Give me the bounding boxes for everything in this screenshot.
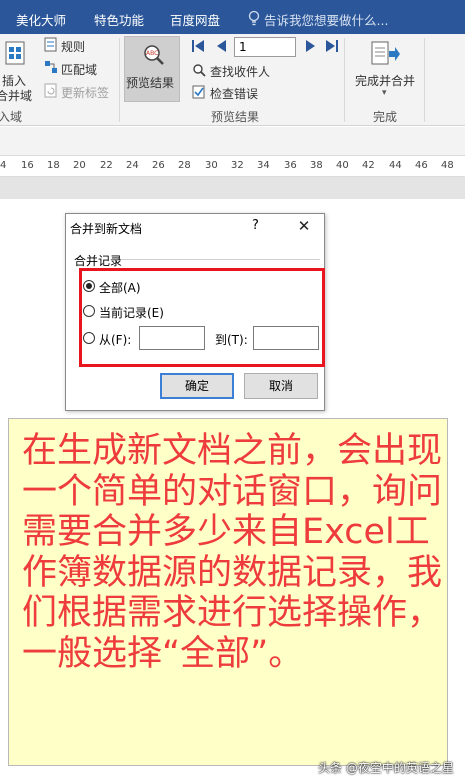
check-errors-icon bbox=[192, 85, 205, 99]
preview-abc-magnifier-icon: ABC bbox=[144, 45, 164, 65]
chevron-down-icon[interactable]: ▾ bbox=[382, 88, 387, 98]
ruler-tick: 4 bbox=[0, 160, 7, 171]
tab-special-features[interactable]: 特色功能 bbox=[94, 10, 144, 29]
preview-results-label: 预览结果 bbox=[126, 76, 175, 90]
ribbon-tab-bar: 美化大师 特色功能 百度网盘 告诉我您想要做什么... bbox=[0, 0, 465, 34]
annotation-text: 在生成新文档之前，会出现一个简单的对话窗口，询问需要合并多少来自Excel工作簿… bbox=[22, 431, 443, 674]
ruler-tick: 30 bbox=[205, 160, 218, 171]
insert-merge-field-label-2[interactable]: 合并域 bbox=[0, 87, 32, 104]
find-recipient-button[interactable]: 查找收件人 bbox=[210, 63, 270, 80]
merge-records-group-label: 合并记录 bbox=[74, 254, 123, 268]
group-divider bbox=[122, 259, 320, 260]
ruler-tick: 42 bbox=[362, 160, 375, 171]
group-label-finish: 完成 bbox=[373, 110, 398, 124]
rules-button[interactable]: 规则 bbox=[61, 38, 85, 55]
ruler-tick: 34 bbox=[257, 160, 270, 171]
finish-merge-button[interactable]: 完成并合并 bbox=[355, 72, 415, 89]
first-record-icon[interactable] bbox=[192, 40, 204, 52]
preview-results-button[interactable]: ABC 预览结果 bbox=[124, 36, 180, 102]
ruler-tick: 38 bbox=[310, 160, 323, 171]
tell-me-search[interactable]: 告诉我您想要做什么... bbox=[264, 10, 388, 29]
lightbulb-icon bbox=[248, 10, 260, 26]
match-fields-icon bbox=[45, 61, 57, 73]
horizontal-ruler[interactable]: 4 16 18 20 22 24 26 28 30 32 34 36 38 40… bbox=[0, 155, 465, 177]
ribbon-separator bbox=[119, 38, 120, 122]
insert-merge-field-icon bbox=[5, 41, 25, 65]
match-fields-button[interactable]: 匹配域 bbox=[61, 61, 97, 78]
ribbon-separator bbox=[424, 38, 425, 122]
tab-baidu-netdisk[interactable]: 百度网盘 bbox=[170, 10, 220, 29]
ruler-tick: 44 bbox=[389, 160, 402, 171]
ruler-tick: 32 bbox=[231, 160, 244, 171]
ribbon: 插入 合并域 入域 规则 匹配域 更新标签 ABC 预览结果 1 查找收件人 检… bbox=[0, 34, 465, 126]
ruler-strip bbox=[0, 177, 465, 199]
watermark: 头条 @夜空中的英语之星 bbox=[318, 761, 454, 775]
next-record-icon[interactable] bbox=[306, 40, 316, 52]
annotation-callout: 在生成新文档之前，会出现一个简单的对话窗口，询问需要合并多少来自Excel工作簿… bbox=[8, 418, 448, 766]
help-button[interactable]: ? bbox=[252, 218, 259, 233]
ruler-tick: 18 bbox=[47, 160, 60, 171]
svg-text:ABC: ABC bbox=[146, 50, 158, 57]
ruler-tick: 22 bbox=[100, 160, 113, 171]
update-labels-button[interactable]: 更新标签 bbox=[61, 84, 109, 101]
update-labels-icon bbox=[44, 83, 57, 98]
ruler-tick: 36 bbox=[284, 160, 297, 171]
check-errors-button[interactable]: 检查错误 bbox=[210, 85, 258, 102]
group-label-fields: 入域 bbox=[0, 110, 23, 124]
ruler-tick: 16 bbox=[21, 160, 34, 171]
finish-merge-icon bbox=[371, 41, 400, 65]
tab-meihua-dashi[interactable]: 美化大师 bbox=[16, 10, 66, 29]
cancel-button[interactable]: 取消 bbox=[244, 373, 318, 399]
merge-to-new-document-dialog: 合并到新文档 ? ✕ 合并记录 全部(A) 当前记录(E) 从(F): 到(T)… bbox=[65, 213, 325, 411]
ruler-tick: 40 bbox=[336, 160, 349, 171]
dialog-title: 合并到新文档 bbox=[70, 222, 143, 236]
ruler-gap bbox=[0, 127, 465, 155]
rules-icon bbox=[44, 37, 57, 52]
ruler-tick: 46 bbox=[415, 160, 428, 171]
previous-record-icon[interactable] bbox=[216, 40, 226, 52]
ruler-tick: 48 bbox=[441, 160, 454, 171]
ribbon-separator bbox=[344, 38, 345, 122]
record-number-input[interactable]: 1 bbox=[234, 37, 296, 57]
highlight-box bbox=[79, 268, 325, 367]
ok-button[interactable]: 确定 bbox=[160, 373, 234, 399]
find-recipient-icon bbox=[193, 64, 206, 77]
group-label-preview: 预览结果 bbox=[211, 110, 260, 124]
ruler-tick: 24 bbox=[126, 160, 139, 171]
ruler-tick: 26 bbox=[152, 160, 165, 171]
last-record-icon[interactable] bbox=[326, 40, 338, 52]
close-icon[interactable]: ✕ bbox=[294, 217, 314, 235]
ruler-tick: 20 bbox=[73, 160, 86, 171]
ruler-tick: 28 bbox=[178, 160, 191, 171]
